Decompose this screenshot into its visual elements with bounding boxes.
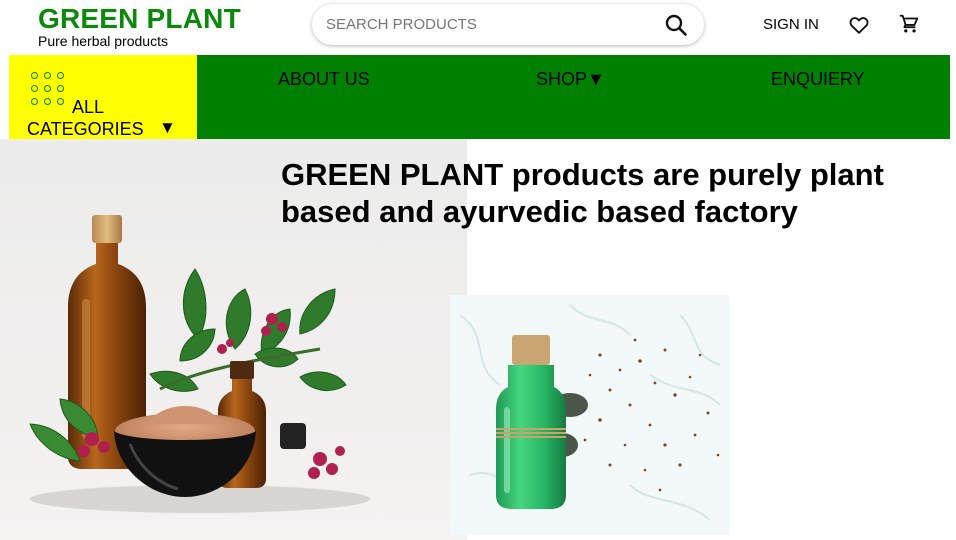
main-nav: ALL CATEGORIES ▼ ABOUT US SHOP▼ ENQUIERY bbox=[9, 55, 950, 139]
search-input[interactable] bbox=[326, 12, 646, 36]
categories-label-line2: CATEGORIES bbox=[27, 119, 144, 139]
product-image bbox=[450, 295, 730, 535]
nav-link-about-us[interactable]: ABOUT US bbox=[278, 69, 370, 90]
search-icon[interactable] bbox=[664, 13, 688, 37]
categories-label-line1: ALL bbox=[72, 97, 105, 117]
nav-link-shop[interactable]: SHOP▼ bbox=[536, 69, 605, 90]
green-oil-bottle-illustration bbox=[459, 304, 721, 521]
brand-name: GREEN PLANT bbox=[38, 3, 241, 34]
search-bar bbox=[312, 4, 704, 45]
heart-icon[interactable] bbox=[848, 14, 870, 36]
brand-logo[interactable]: GREEN PLANT Pure herbal products bbox=[38, 3, 241, 49]
nav-link-enquiry[interactable]: ENQUIERY bbox=[771, 69, 865, 90]
hero-title: GREEN PLANT products are purely plant ba… bbox=[281, 157, 884, 229]
chevron-down-icon: ▼ bbox=[159, 118, 176, 137]
cart-icon[interactable] bbox=[898, 13, 920, 35]
brand-tagline: Pure herbal products bbox=[38, 33, 168, 49]
all-categories-button[interactable]: ALL CATEGORIES ▼ bbox=[9, 55, 197, 139]
grid-icon bbox=[31, 72, 71, 112]
sign-in-link[interactable]: SIGN IN bbox=[763, 16, 819, 33]
